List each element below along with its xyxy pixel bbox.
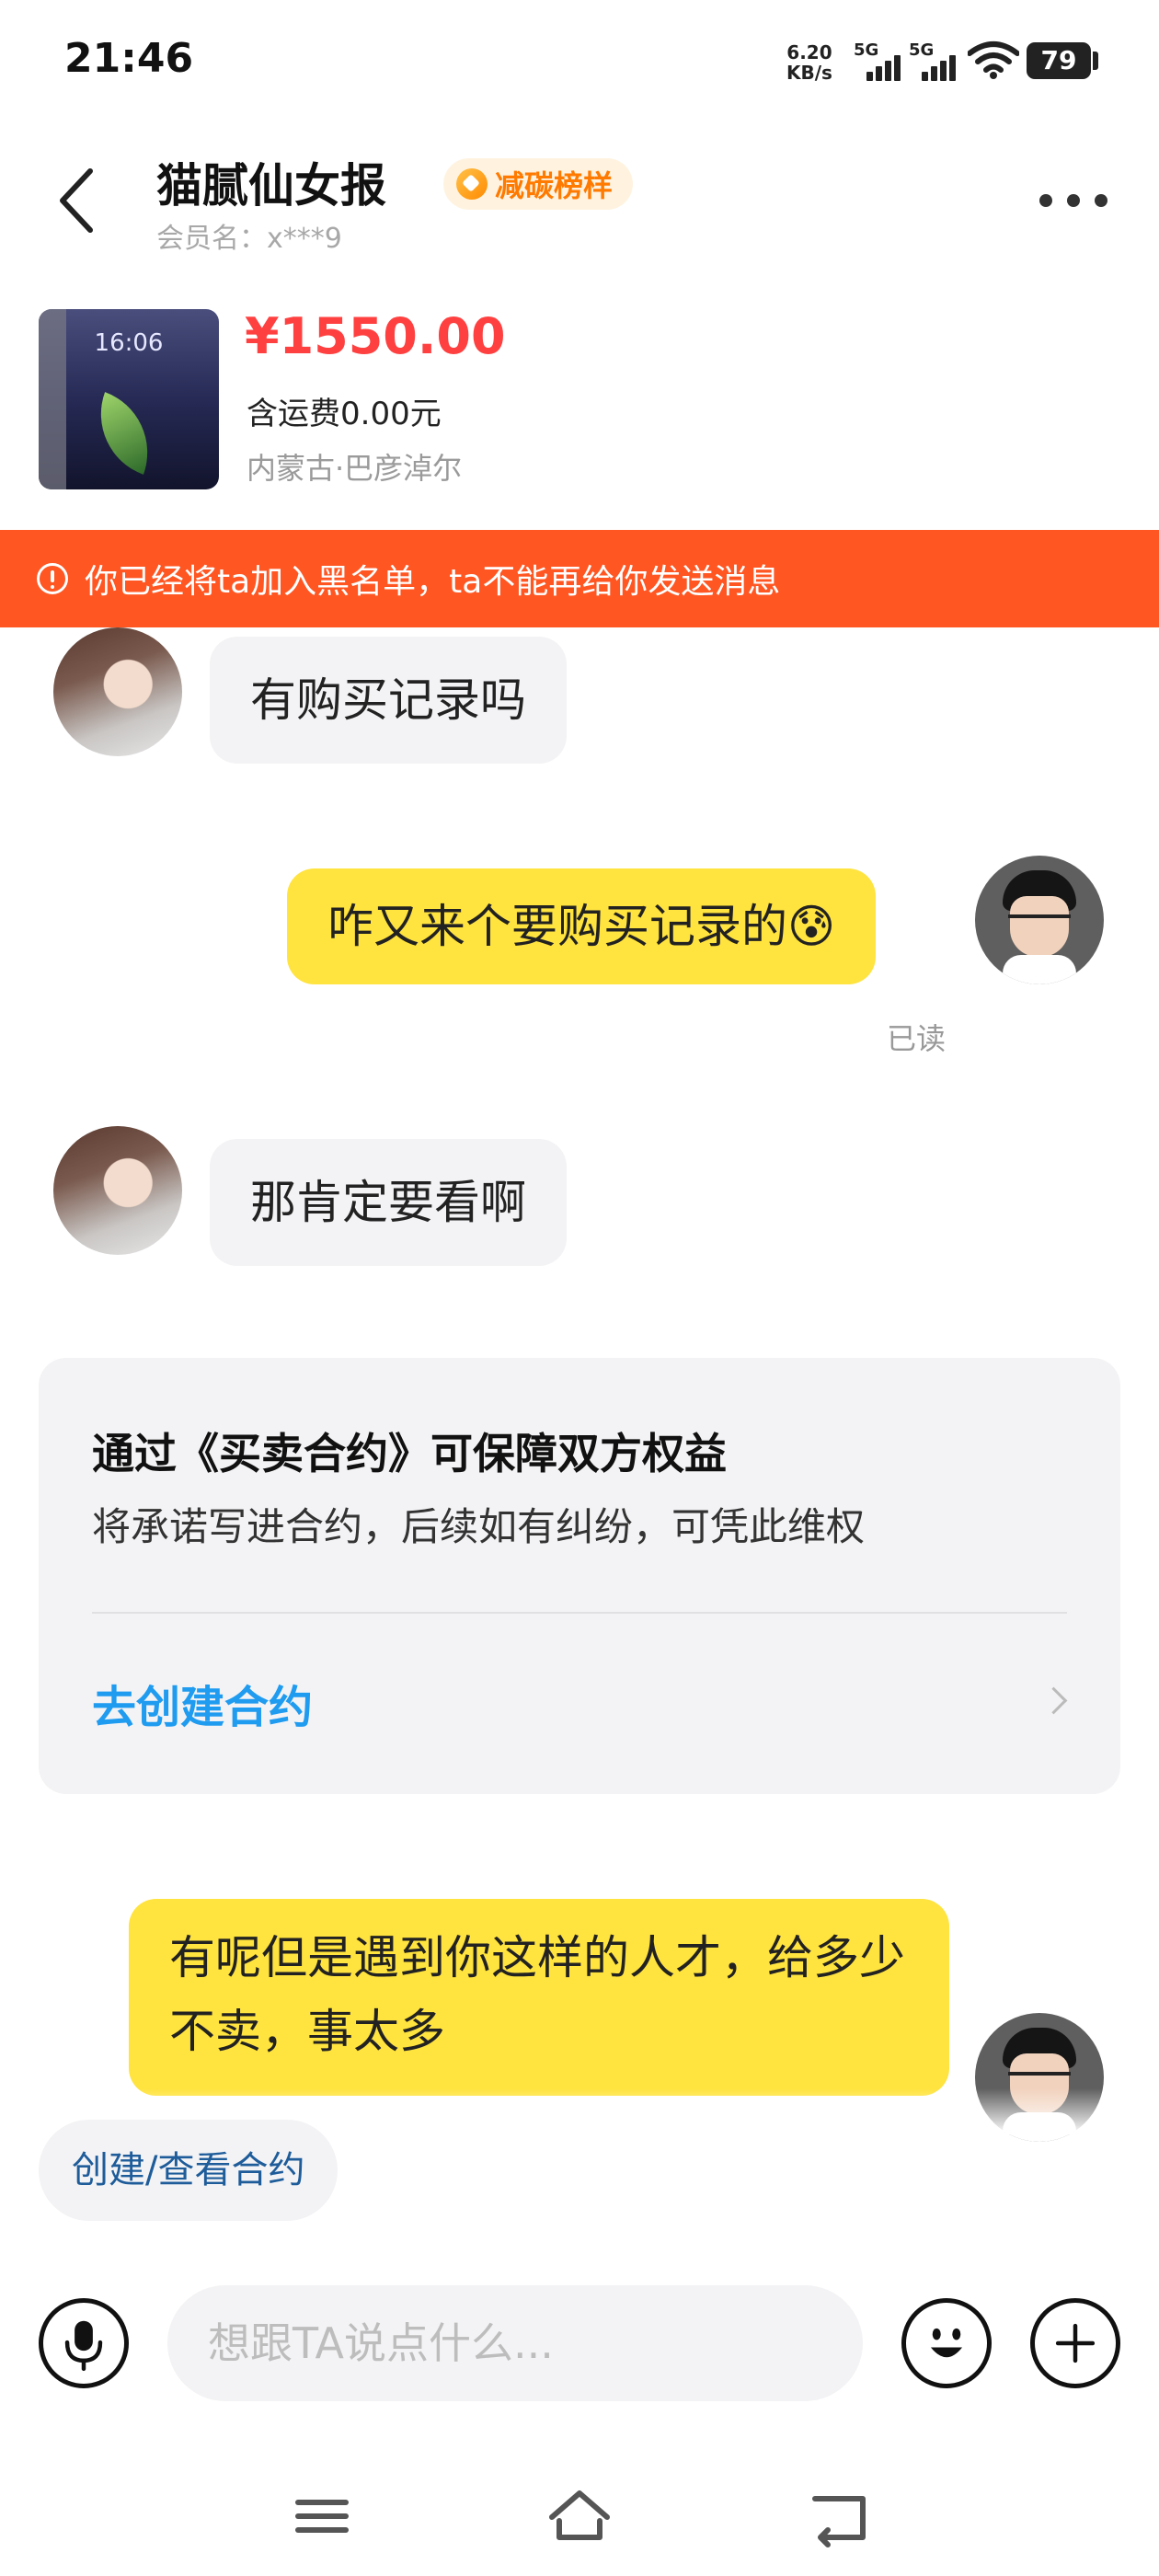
sim1-label: 5G bbox=[854, 40, 879, 60]
carbon-badge[interactable]: 减碳榜样 bbox=[443, 158, 634, 210]
wifi-icon bbox=[968, 41, 1019, 79]
seller-name[interactable]: 猫腻仙女报 bbox=[156, 149, 386, 215]
smiley-icon[interactable] bbox=[901, 2298, 992, 2388]
shipping-fee: 含运费0.00元 bbox=[247, 396, 442, 432]
thumbnail-clock: 16:06 bbox=[94, 329, 164, 357]
signal-2-icon: 5G bbox=[909, 40, 957, 81]
product-location: 内蒙古·巴彦淖尔 bbox=[247, 451, 463, 486]
blacklist-warning-banner: 你已经将ta加入黑名单，ta不能再给你发送消息 bbox=[0, 530, 1159, 627]
more-dots-icon[interactable] bbox=[1039, 189, 1109, 211]
contract-title: 通过《买卖合约》可保障双方权益 bbox=[92, 1429, 727, 1478]
battery-icon: 79 bbox=[1027, 42, 1091, 79]
message-bubble-incoming[interactable]: 有购买记录吗 bbox=[210, 637, 567, 764]
badge-label: 减碳榜样 bbox=[495, 168, 614, 203]
chevron-left-icon[interactable] bbox=[53, 166, 101, 236]
plus-icon[interactable] bbox=[1030, 2298, 1120, 2388]
message-bubble-incoming[interactable]: 那肯定要看啊 bbox=[210, 1139, 567, 1266]
network-speed-value: 6.20 bbox=[786, 41, 832, 63]
microphone-icon[interactable] bbox=[39, 2298, 129, 2388]
seller-avatar[interactable] bbox=[975, 856, 1104, 984]
product-price: ¥1550.00 bbox=[245, 307, 506, 365]
product-thumbnail[interactable]: 16:06 bbox=[39, 309, 219, 489]
contract-chip[interactable]: 创建/查看合约 bbox=[39, 2120, 339, 2221]
message-text: 咋又来个要购买记录的 bbox=[327, 900, 787, 953]
message-bubble-outgoing[interactable]: 有呢但是遇到你这样的人才，给多少不卖，事太多 bbox=[129, 1899, 949, 2096]
warning-text: 你已经将ta加入黑名单，ta不能再给你发送消息 bbox=[85, 563, 781, 601]
menu-icon[interactable] bbox=[294, 2484, 350, 2548]
message-input[interactable] bbox=[167, 2285, 863, 2401]
sim2-label: 5G bbox=[909, 40, 935, 60]
chevron-right-icon[interactable] bbox=[1039, 1686, 1068, 1715]
signal-1-icon: 5G bbox=[854, 40, 901, 81]
warning-icon bbox=[37, 563, 68, 594]
return-icon[interactable] bbox=[809, 2484, 870, 2548]
create-contract-link[interactable]: 去创建合约 bbox=[92, 1671, 313, 1735]
contract-description: 将承诺写进合约，后续如有纠纷，可凭此维权 bbox=[92, 1504, 866, 1549]
battery-tip bbox=[1093, 52, 1098, 70]
sweat-emoji-icon: 😰 bbox=[787, 900, 836, 953]
read-status: 已读 bbox=[887, 1021, 947, 1056]
badge-icon bbox=[456, 168, 488, 200]
home-icon[interactable] bbox=[546, 2484, 613, 2548]
contract-card: 通过《买卖合约》可保障双方权益 将承诺写进合约，后续如有纠纷，可凭此维权 去创建… bbox=[39, 1358, 1120, 1794]
buyer-avatar[interactable] bbox=[53, 627, 182, 756]
message-bubble-outgoing[interactable]: 咋又来个要购买记录的😰 bbox=[287, 868, 877, 984]
contract-divider bbox=[92, 1612, 1067, 1614]
status-time: 21:46 bbox=[64, 35, 194, 82]
network-speed-unit: KB/s bbox=[786, 62, 832, 84]
member-name: 会员名：x***9 bbox=[156, 223, 342, 255]
buyer-avatar[interactable] bbox=[53, 1126, 182, 1255]
network-speed: 6.20 KB/s bbox=[786, 42, 832, 83]
